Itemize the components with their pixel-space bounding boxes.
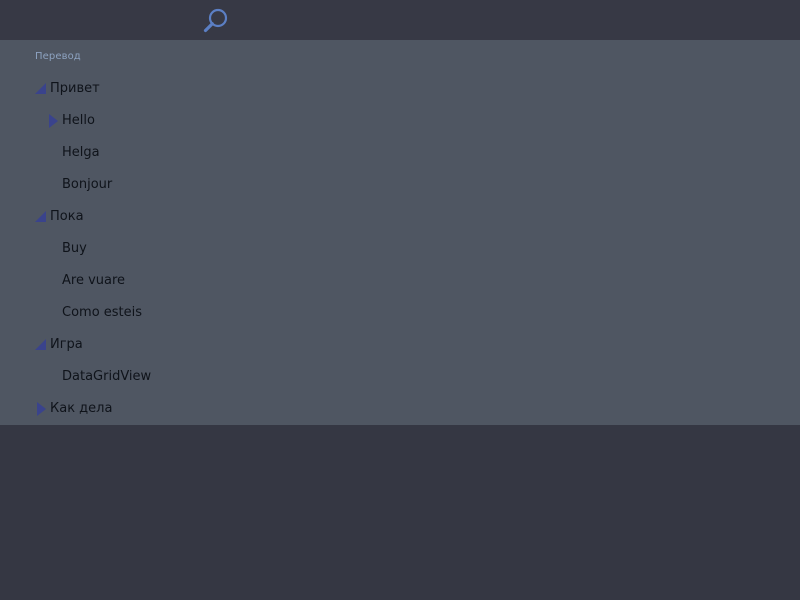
tree-node-helga[interactable]: Helga [0, 137, 800, 169]
search-button[interactable] [202, 6, 230, 34]
tree-node-label: Como esteis [62, 305, 143, 320]
search-icon [203, 8, 228, 33]
tree-node-label: Игра [50, 337, 83, 352]
tree-node-privet[interactable]: Привет [0, 73, 800, 105]
panel-header: Перевод [35, 51, 81, 62]
collapsed-arrow-icon[interactable] [37, 402, 46, 416]
expanded-arrow-icon[interactable] [35, 211, 46, 222]
expanded-arrow-icon[interactable] [35, 339, 46, 350]
top-toolbar [0, 0, 800, 40]
tree-node-datagridview[interactable]: DataGridView [0, 361, 800, 393]
tree-node-label: Привет [50, 81, 100, 96]
tree-node-label: Buy [62, 241, 87, 256]
tree-node-igra[interactable]: Игра [0, 329, 800, 361]
tree-node-kak-dela[interactable]: Как дела [0, 393, 800, 425]
expanded-arrow-icon[interactable] [35, 83, 46, 94]
tree-node-label: Как дела [50, 401, 113, 416]
tree-node-label: Пока [50, 209, 84, 224]
tree-node-label: Are vuare [62, 273, 126, 288]
tree-node-buy[interactable]: Buy [0, 233, 800, 265]
translation-tree-panel: Перевод Привет Hello Helga Bonjour Пока … [0, 40, 800, 425]
tree-node-label: Bonjour [62, 177, 113, 192]
tree-node-poka[interactable]: Пока [0, 201, 800, 233]
tree-node-label: Hello [62, 113, 95, 128]
tree-node-hello[interactable]: Hello [0, 105, 800, 137]
tree-node-como-esteis[interactable]: Como esteis [0, 297, 800, 329]
tree-node-are-vuare[interactable]: Are vuare [0, 265, 800, 297]
tree-node-bonjour[interactable]: Bonjour [0, 169, 800, 201]
tree-node-label: DataGridView [62, 369, 152, 384]
collapsed-arrow-icon[interactable] [49, 114, 58, 128]
tree-node-label: Helga [62, 145, 100, 160]
tree-view: Привет Hello Helga Bonjour Пока Buy Are … [0, 73, 800, 425]
